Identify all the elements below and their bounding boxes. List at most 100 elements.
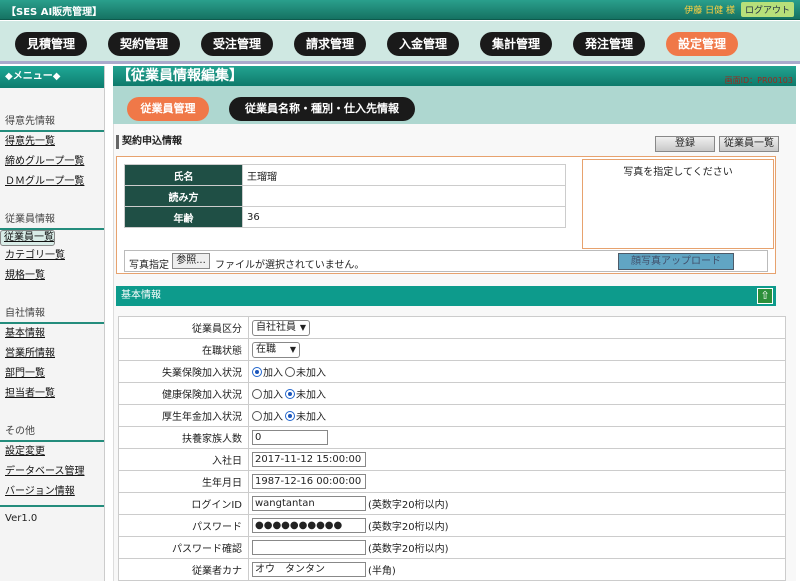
- content-area: 契約申込情報 登録 従業員一覧 氏名 王瑠瑠 読み方 年齢 36 写真を指定して…: [113, 124, 796, 581]
- sidebar-item-office[interactable]: 営業所情報: [0, 344, 104, 364]
- page-title-bar: 【従業員情報編集】 画面ID：PR00103: [113, 66, 796, 86]
- radio-label: 未加入: [296, 390, 326, 401]
- employee-type-value: 自社社員: [256, 321, 296, 333]
- menu-title: ◆メニュー◆: [0, 66, 104, 88]
- table-row: パスワード ●●●●●●●●●● (英数字20桁以内): [118, 514, 786, 537]
- table-row: 年齢 36: [124, 206, 566, 228]
- section-title: 契約申込情報: [116, 135, 182, 149]
- dependents-input[interactable]: 0: [252, 430, 328, 445]
- nav-payment[interactable]: 入金管理: [387, 32, 459, 56]
- kana-input[interactable]: オウ タンタン: [252, 562, 366, 577]
- unemployment-join-radio[interactable]: [252, 366, 262, 377]
- reading-label: 読み方: [124, 185, 243, 207]
- password-confirm-label: パスワード確認: [118, 536, 249, 559]
- login-id-label: ログインID: [118, 492, 249, 515]
- unemployment-label: 失業保険加入状況: [118, 360, 249, 383]
- health-join-radio[interactable]: [252, 388, 262, 399]
- top-bar: 【SES AI販売管理】 伊藤 日健 様 ログアウト: [0, 0, 800, 20]
- file-status: ファイルが選択されていません。: [215, 260, 365, 271]
- radio-label: 加入: [263, 368, 283, 379]
- login-id-hint: (英数字20桁以内): [368, 500, 449, 511]
- sidebar-section-employee: 従業員情報: [5, 214, 55, 225]
- password-label: パスワード: [118, 514, 249, 537]
- sidebar-item-staff[interactable]: 担当者一覧: [0, 384, 104, 404]
- password-input[interactable]: ●●●●●●●●●●: [252, 518, 366, 533]
- tab-employee-details[interactable]: 従業員名称・種別・仕入先情報: [229, 97, 415, 121]
- table-row: 扶養家族人数 0: [118, 426, 786, 449]
- pension-notjoin-radio[interactable]: [285, 410, 295, 421]
- logout-button[interactable]: ログアウト: [740, 2, 794, 17]
- nav-summary[interactable]: 集計管理: [480, 32, 552, 56]
- page-title: 【従業員情報編集】: [117, 68, 243, 84]
- nav-contract[interactable]: 契約管理: [108, 32, 180, 56]
- contract-info-box: 氏名 王瑠瑠 読み方 年齢 36 写真を指定してください 写真指定 参照... …: [116, 156, 776, 274]
- sidebar-section-customer: 得意先情報: [5, 116, 55, 127]
- password-confirm-input[interactable]: [252, 540, 366, 555]
- pension-join-radio[interactable]: [252, 410, 262, 421]
- table-row: 生年月日 1987-12-16 00:00:00: [118, 470, 786, 493]
- status-label: 在職状態: [118, 338, 249, 361]
- sidebar-section-company: 自社情報: [5, 308, 45, 319]
- sidebar-item-spec[interactable]: 規格一覧: [0, 266, 104, 286]
- table-row: 氏名 王瑠瑠: [124, 164, 566, 186]
- tab-employee-management[interactable]: 従業員管理: [127, 97, 209, 121]
- table-row: 失業保険加入状況 加入 未加入: [118, 360, 786, 383]
- basic-info-header: 基本情報 ⇧: [116, 286, 776, 306]
- photo-area: 写真を指定してください: [582, 159, 774, 249]
- chevron-down-icon: ▼: [299, 322, 306, 332]
- nav-estimate[interactable]: 見積管理: [15, 32, 87, 56]
- birthday-input[interactable]: 1987-12-16 00:00:00: [252, 474, 366, 489]
- sidebar-item-department[interactable]: 部門一覧: [0, 364, 104, 384]
- sidebar-item-customer-list[interactable]: 得意先一覧: [0, 132, 104, 152]
- table-row: 厚生年金加入状況 加入 未加入: [118, 404, 786, 427]
- password-confirm-hint: (英数字20桁以内): [368, 544, 449, 555]
- register-button[interactable]: 登録: [655, 136, 715, 152]
- main-nav: 見積管理 契約管理 受注管理 請求管理 入金管理 集計管理 発注管理 設定管理: [0, 21, 800, 64]
- radio-label: 未加入: [296, 412, 326, 423]
- sidebar-item-closing-group[interactable]: 締めグループ一覧: [0, 152, 104, 172]
- health-notjoin-radio[interactable]: [285, 388, 295, 399]
- sidebar-item-basic-info[interactable]: 基本情報: [0, 324, 104, 344]
- nav-billing[interactable]: 請求管理: [294, 32, 366, 56]
- version-label: Ver1.0: [5, 513, 38, 524]
- browse-button[interactable]: 参照...: [172, 253, 210, 269]
- radio-label: 加入: [263, 412, 283, 423]
- sidebar-item-category[interactable]: カテゴリ一覧: [0, 246, 104, 266]
- table-row: ログインID wangtantan (英数字20桁以内): [118, 492, 786, 515]
- employee-list-button[interactable]: 従業員一覧: [719, 136, 779, 152]
- main-panel: 【従業員情報編集】 画面ID：PR00103 従業員管理 従業員名称・種別・仕入…: [113, 66, 796, 581]
- nav-purchase[interactable]: 発注管理: [573, 32, 645, 56]
- radio-label: 未加入: [296, 368, 326, 379]
- sidebar-item-settings-change[interactable]: 設定変更: [0, 442, 104, 462]
- sub-nav: 従業員管理 従業員名称・種別・仕入先情報: [113, 86, 796, 124]
- birthday-label: 生年月日: [118, 470, 249, 493]
- table-row: 読み方: [124, 185, 566, 207]
- age-value: 36: [242, 206, 566, 228]
- reading-value: [242, 185, 566, 207]
- sidebar-item-database[interactable]: データベース管理: [0, 462, 104, 482]
- sidebar-item-dm-group[interactable]: ＤＭグループ一覧: [0, 172, 104, 192]
- nav-settings[interactable]: 設定管理: [666, 32, 738, 56]
- table-row: 健康保険加入状況 加入 未加入: [118, 382, 786, 405]
- join-date-input[interactable]: 2017-11-12 15:00:00: [252, 452, 366, 467]
- login-id-input[interactable]: wangtantan: [252, 496, 366, 511]
- nav-order[interactable]: 受注管理: [201, 32, 273, 56]
- name-value: 王瑠瑠: [242, 164, 566, 186]
- table-row: 入社日 2017-11-12 15:00:00: [118, 448, 786, 471]
- table-row: 従業員区分 自社社員 ▼: [118, 316, 786, 339]
- sidebar-item-employee-list[interactable]: 従業員一覧: [0, 230, 55, 246]
- upload-row: 写真指定 参照... ファイルが選択されていません。 顔写真アップロード: [124, 250, 768, 272]
- radio-label: 加入: [263, 390, 283, 401]
- status-select[interactable]: 在職 ▼: [252, 341, 300, 358]
- table-row: 在職状態 在職 ▼: [118, 338, 786, 361]
- upload-photo-button[interactable]: 顔写真アップロード: [618, 253, 734, 270]
- sidebar: ◆メニュー◆ 得意先情報 得意先一覧 締めグループ一覧 ＤＭグループ一覧 従業員…: [0, 66, 105, 581]
- age-label: 年齢: [124, 206, 243, 228]
- sidebar-item-version[interactable]: バージョン情報: [0, 482, 104, 502]
- unemployment-notjoin-radio[interactable]: [285, 366, 295, 377]
- app-title: 【SES AI販売管理】: [6, 7, 103, 18]
- employee-type-select[interactable]: 自社社員 ▼: [252, 319, 310, 336]
- basic-info-form: 従業員区分 自社社員 ▼ 在職状態 在職 ▼ 失業保険加入状況 加入 未加入 健康保険…: [118, 316, 786, 581]
- dependents-label: 扶養家族人数: [118, 426, 249, 449]
- arrow-up-icon[interactable]: ⇧: [757, 288, 773, 304]
